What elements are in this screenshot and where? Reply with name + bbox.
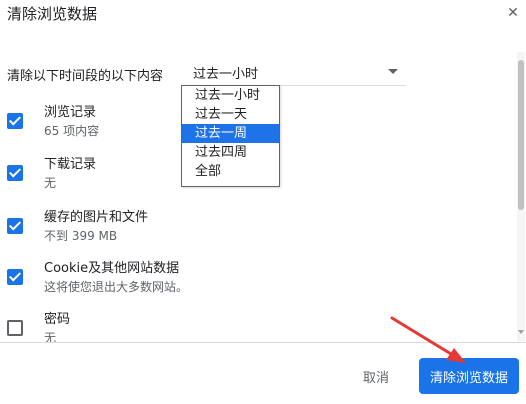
item-passwords: 密码 无	[7, 308, 487, 356]
item-cached-images: 缓存的图片和文件 不到 399 MB	[7, 206, 487, 254]
checkbox-download-history[interactable]	[7, 165, 23, 181]
cancel-button[interactable]: 取消	[350, 362, 402, 390]
close-icon[interactable]: ✕	[506, 5, 520, 21]
item-title: Cookie及其他网站数据	[44, 261, 180, 276]
item-subtitle: 这将使您退出大多数网站。	[44, 280, 189, 294]
time-range-select[interactable]: 过去一小时	[186, 57, 406, 86]
checkbox-passwords[interactable]	[7, 320, 23, 336]
checkbox-cookies[interactable]	[7, 269, 23, 285]
item-subtitle: 65 项内容	[44, 124, 100, 138]
checkbox-cached-images[interactable]	[7, 218, 23, 234]
item-subtitle: 无	[44, 331, 57, 345]
time-range-row: 清除以下时间段的以下内容	[7, 64, 163, 84]
item-title: 下载记录	[44, 157, 97, 172]
item-title: 浏览记录	[44, 105, 97, 120]
item-subtitle: 不到 399 MB	[44, 229, 118, 243]
dialog-title: 清除浏览数据	[7, 5, 98, 23]
time-range-label: 清除以下时间段的以下内容	[7, 68, 164, 84]
scroll-down-icon[interactable]	[518, 330, 524, 334]
scrollbar-thumb[interactable]	[518, 60, 524, 210]
clear-browsing-data-button[interactable]: 清除浏览数据	[419, 358, 519, 394]
item-title: 缓存的图片和文件	[44, 210, 149, 225]
item-title: 密码	[44, 312, 71, 327]
chevron-down-icon	[388, 69, 398, 74]
item-cookies: Cookie及其他网站数据 这将使您退出大多数网站。	[7, 257, 487, 305]
checkbox-browsing-history[interactable]	[7, 113, 23, 129]
time-range-selected-value: 过去一小时	[193, 67, 259, 82]
footer-divider	[0, 342, 526, 343]
item-subtitle: 无	[44, 176, 57, 190]
item-browsing-history: 浏览记录 65 项内容	[7, 101, 487, 149]
item-download-history: 下载记录 无	[7, 153, 487, 201]
